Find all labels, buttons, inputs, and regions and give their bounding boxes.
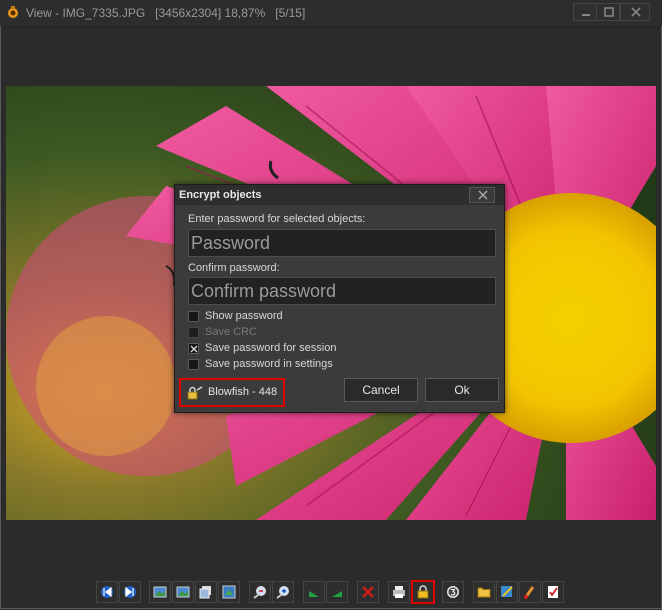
image-button-1[interactable] [149,581,171,603]
number-3-icon [447,586,459,598]
password-label: Enter password for selected objects: [188,213,366,225]
minimize-button[interactable] [573,3,597,21]
dialog-close-button[interactable] [469,187,495,203]
ok-button[interactable]: Ok [425,378,499,402]
checklist-icon [548,586,558,598]
rotate-left-icon [309,591,319,597]
show-password-checkbox[interactable] [188,311,199,322]
title-bar: View - IMG_7335.JPG [3456x2304] 18,87% [… [0,0,662,27]
copy-image-button[interactable] [195,581,217,603]
zoom-in-icon [276,586,289,599]
folder-open-icon [477,587,491,598]
page-number-button[interactable] [442,581,464,603]
dialog-title: Encrypt objects [179,189,262,201]
first-image-icon [101,586,113,598]
image-export-button[interactable] [218,581,240,603]
dialog-header: Encrypt objects [175,185,504,205]
image-icon [176,586,190,598]
zoom-out-icon [253,586,266,599]
minimize-icon [582,14,590,16]
encrypt-dialog: Encrypt objects Enter password for selec… [174,184,505,413]
save-crc-label: Save CRC [205,326,257,338]
close-button[interactable] [620,3,650,21]
image-export-icon [222,585,236,599]
encrypt-button[interactable] [411,580,435,604]
zoom-out-button[interactable] [249,581,271,603]
rotate-right-icon [332,591,342,597]
copy-image-icon [199,586,211,599]
last-image-button[interactable] [119,581,141,603]
confirm-password-input[interactable] [188,277,496,305]
save-password-settings-label: Save password in settings [205,358,333,370]
password-input[interactable] [188,229,496,257]
cancel-button[interactable]: Cancel [344,378,418,402]
print-icon [393,586,405,598]
last-image-icon [124,586,136,598]
maximize-button[interactable] [596,3,620,21]
paint-brush-icon [524,586,535,599]
zoom-in-button[interactable] [272,581,294,603]
print-button[interactable] [388,581,410,603]
open-folder-button[interactable] [473,581,495,603]
cipher-label: Blowfish - 448 [208,386,278,398]
image-icon [153,586,167,598]
delete-icon [362,586,374,598]
checklist-button[interactable] [542,581,564,603]
paint-button[interactable] [519,581,541,603]
cipher-selector[interactable]: Blowfish - 448 [179,378,285,407]
show-password-label: Show password [205,310,283,322]
save-password-session-label: Save password for session [205,342,337,354]
close-icon [631,7,641,17]
image-button-2[interactable] [172,581,194,603]
save-password-settings-checkbox[interactable] [188,359,199,370]
lock-icon [417,585,429,599]
save-password-session-checkbox[interactable] [188,343,199,354]
close-icon [478,190,488,200]
checkmark-icon [190,345,198,353]
image-edit-button[interactable] [496,581,518,603]
maximize-icon [604,7,614,17]
image-edit-icon [501,586,513,597]
rotate-right-button[interactable] [326,581,348,603]
confirm-password-label: Confirm password: [188,262,280,274]
save-crc-checkbox [188,327,199,338]
app-icon [8,6,18,18]
first-image-button[interactable] [96,581,118,603]
key-lock-icon [187,386,203,400]
window-title: View - IMG_7335.JPG [3456x2304] 18,87% [… [26,6,306,20]
rotate-left-button[interactable] [303,581,325,603]
delete-button[interactable] [357,581,379,603]
